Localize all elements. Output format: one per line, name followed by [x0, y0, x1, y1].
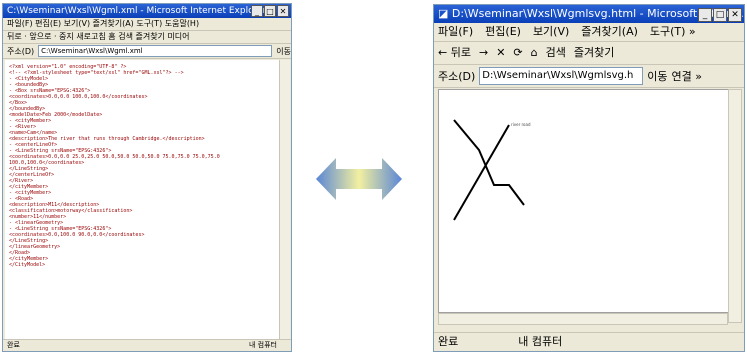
minimize-button[interactable]: _	[698, 8, 712, 22]
xml-line: </CityModel>	[9, 262, 46, 268]
home-button[interactable]: ⌂	[531, 42, 538, 64]
status-text: 완료	[7, 341, 20, 349]
right-menu-bar: 파일(F) 편집(E) 보기(V) 즐겨찾기(A) 도구(T) »	[434, 23, 744, 42]
gml-svg-map: river road	[453, 119, 531, 221]
menu-favorites[interactable]: 즐겨찾기(A)	[581, 23, 638, 41]
right-horizontal-scrollbar[interactable]	[438, 313, 728, 325]
right-toolbar: ← 뒤로 → ✕ ⟳ ⌂ 검색 즐겨찾기	[434, 42, 744, 65]
left-address-bar: 주소(D) C:\Wseminar\Wxsl\Wgml.xml 이동	[3, 44, 291, 59]
close-button[interactable]: ✕	[277, 5, 289, 17]
minimize-button[interactable]: _	[251, 5, 263, 17]
right-title-bar: ◪ D:\Wseminar\Wxsl\Wgmlsvg.html - Micros…	[434, 5, 744, 23]
maximize-button[interactable]: □	[713, 8, 727, 22]
status-zone: 내 컴퓨터	[249, 341, 277, 349]
menu-tools[interactable]: 도구(T) »	[650, 23, 696, 41]
left-browser-window: C:\Wseminar\Wxsl\Wgml.xml - Microsoft In…	[2, 3, 292, 352]
address-input[interactable]: D:\Wseminar\Wxsl\Wgmlsvg.h	[479, 67, 644, 85]
address-label: 주소(D)	[7, 46, 35, 56]
go-button[interactable]: 이동	[276, 46, 291, 57]
status-text: 완료	[438, 335, 459, 348]
ie-icon: ◪	[438, 7, 449, 20]
refresh-button[interactable]: ⟳	[513, 42, 522, 64]
right-status-bar: 완료 내 컴퓨터	[434, 332, 744, 351]
menu-edit[interactable]: 편집(E)	[485, 23, 521, 41]
left-window-title: C:\Wseminar\Wxsl\Wgml.xml - Microsoft In…	[7, 6, 267, 16]
left-toolbar[interactable]: 뒤로 · 앞으로 · 중지 새로고침 홈 검색 즐겨찾기 미디어	[3, 31, 291, 44]
left-menu-bar[interactable]: 파일(F) 편집(E) 보기(V) 즐겨찾기(A) 도구(T) 도움말(H)	[3, 18, 291, 31]
svg-render-area: river road	[438, 89, 730, 313]
menu-view[interactable]: 보기(V)	[533, 23, 569, 41]
maximize-button[interactable]: □	[264, 5, 276, 17]
right-vertical-scrollbar[interactable]	[728, 89, 742, 323]
search-button[interactable]: 검색	[546, 42, 566, 64]
svg-label: river road	[511, 122, 531, 127]
links-button[interactable]: 연결 »	[672, 68, 702, 84]
forward-button[interactable]: →	[479, 42, 488, 64]
stop-button[interactable]: ✕	[496, 42, 505, 64]
left-title-bar: C:\Wseminar\Wxsl\Wgml.xml - Microsoft In…	[3, 4, 291, 18]
go-button[interactable]: 이동	[647, 68, 667, 84]
back-button[interactable]: ← 뒤로	[438, 42, 471, 64]
favorites-button[interactable]: 즐겨찾기	[574, 42, 614, 64]
xml-content: <?xml version="1.0" encoding="UTF-8" ?> <…	[5, 60, 279, 339]
close-button[interactable]: ✕	[728, 8, 742, 22]
right-address-bar: 주소(D) D:\Wseminar\Wxsl\Wgmlsvg.h 이동 연결 »	[434, 65, 744, 88]
menu-file[interactable]: 파일(F)	[438, 23, 473, 41]
left-status-bar: 완료 내 컴퓨터	[3, 339, 291, 351]
double-arrow-icon	[316, 158, 402, 200]
address-input[interactable]: C:\Wseminar\Wxsl\Wgml.xml	[38, 45, 273, 57]
left-vertical-scrollbar[interactable]	[279, 60, 290, 339]
status-zone: 내 컴퓨터	[518, 335, 563, 348]
river-line	[453, 119, 525, 206]
road-line	[453, 124, 510, 221]
right-browser-window: ◪ D:\Wseminar\Wxsl\Wgmlsvg.html - Micros…	[433, 4, 745, 352]
address-label: 주소(D)	[438, 70, 476, 83]
